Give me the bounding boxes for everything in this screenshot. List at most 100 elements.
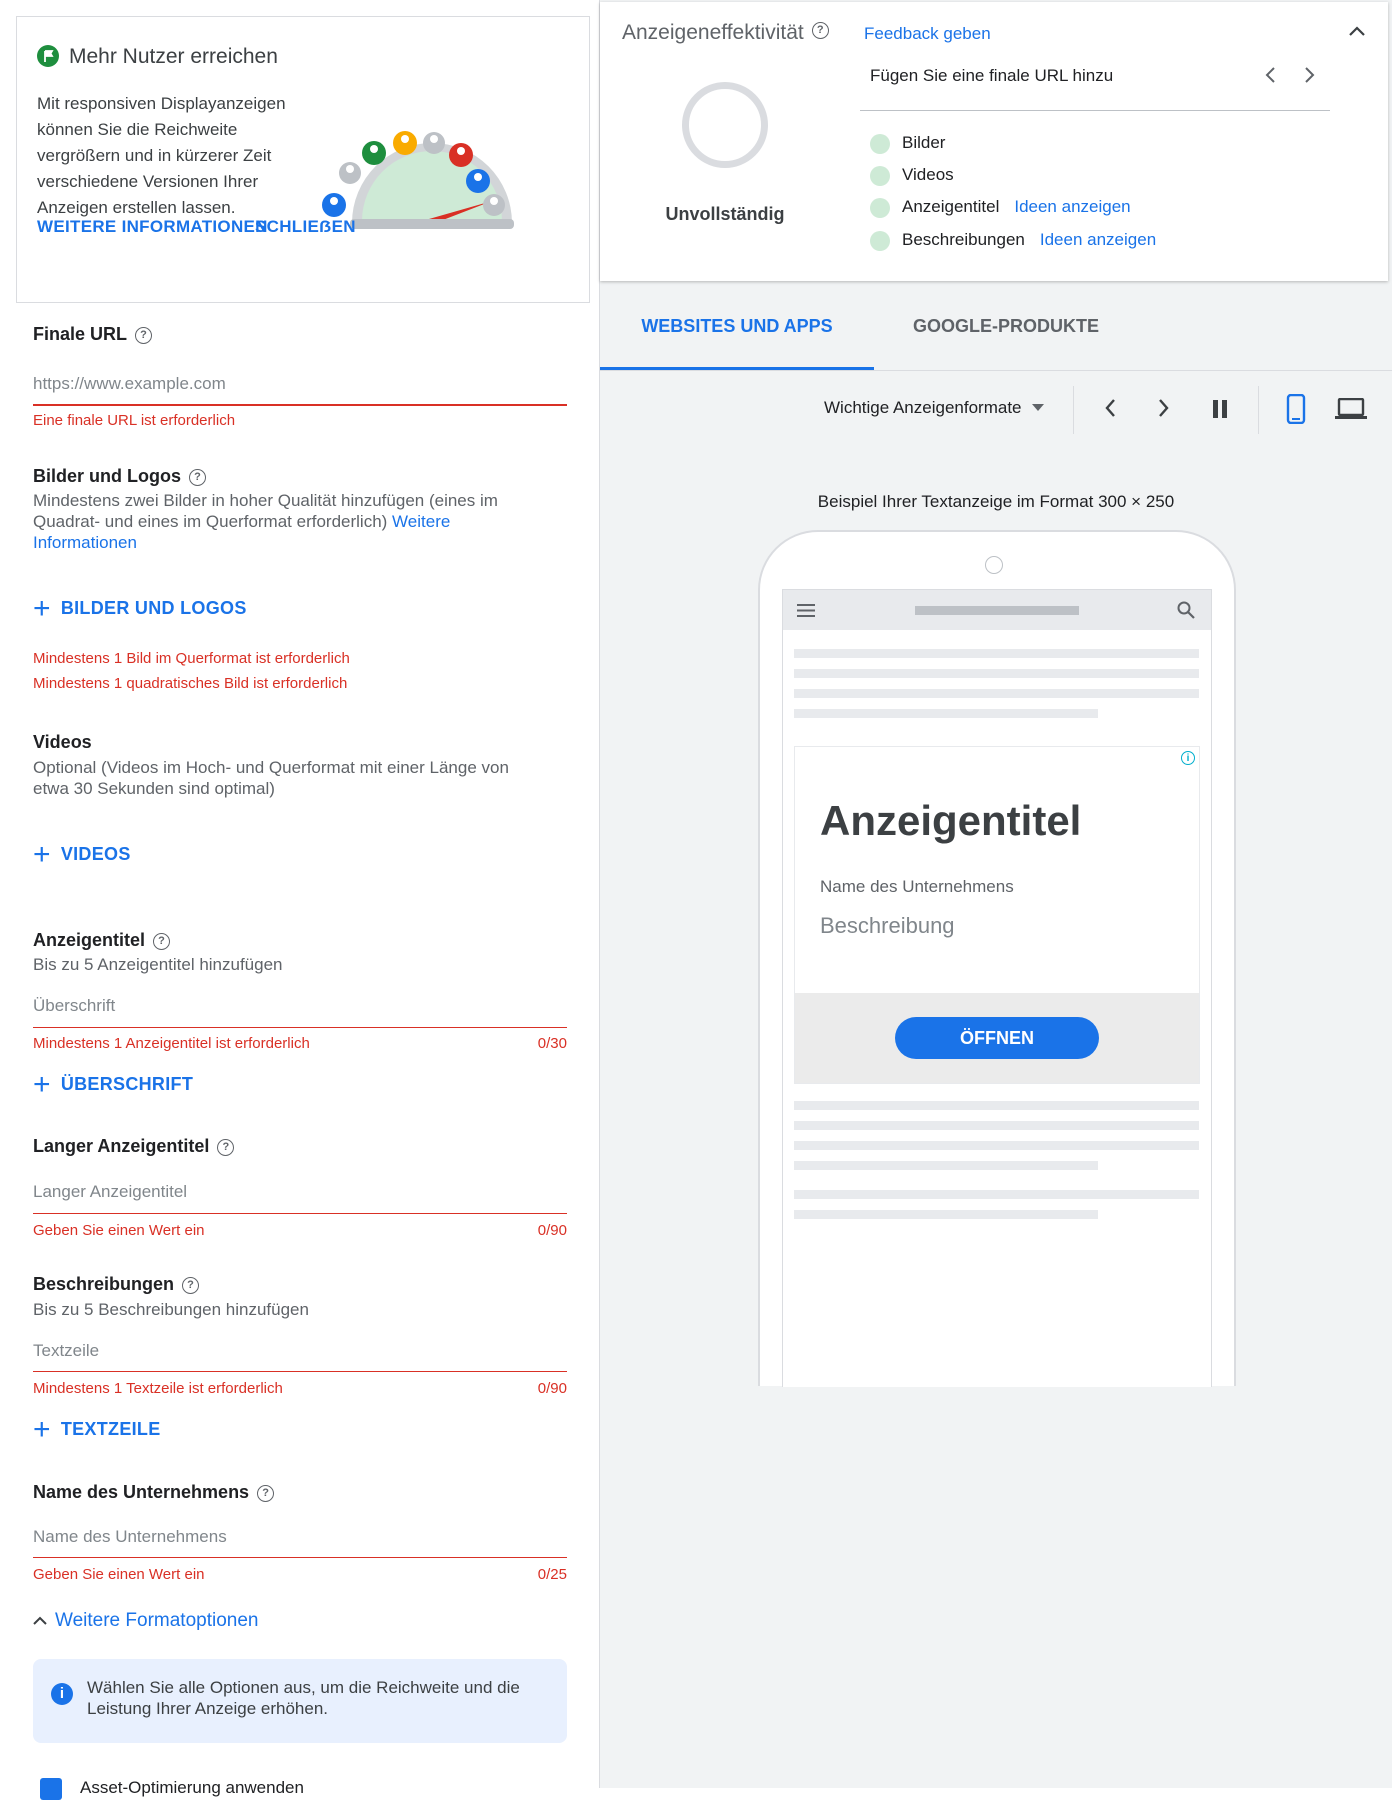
speedometer-illustration <box>322 113 542 233</box>
long-headline-error: Geben Sie einen Wert ein <box>33 1222 205 1239</box>
headline-error: Mindestens 1 Anzeigentitel ist erforderl… <box>33 1035 310 1052</box>
more-info-link[interactable]: WEITERE INFORMATIONEN <box>37 217 268 237</box>
ad-strength-card: Anzeigeneffektivität? Feedback geben Unv… <box>600 2 1388 281</box>
prev-format-icon[interactable] <box>1104 398 1116 423</box>
help-icon[interactable]: ? <box>811 21 829 39</box>
descriptions-description: Bis zu 5 Beschreibungen hinzufügen <box>33 1300 309 1319</box>
description-input[interactable]: Textzeile <box>33 1341 567 1361</box>
desktop-device-icon[interactable] <box>1335 397 1367 425</box>
ad-headline: Anzeigentitel <box>820 797 1082 844</box>
images-label: Bilder und Logos? <box>33 466 206 487</box>
checklist-item-videos: Videos <box>870 165 954 186</box>
browser-bar <box>783 590 1211 630</box>
tip-next-icon[interactable] <box>1304 66 1316 89</box>
feedback-link[interactable]: Feedback geben <box>864 24 991 44</box>
toolbar-divider <box>1258 386 1259 434</box>
ad-description: Beschreibung <box>820 913 955 938</box>
ad-business-name: Name des Unternehmens <box>820 877 1014 896</box>
chevron-up-icon <box>33 1610 47 1632</box>
pause-icon[interactable] <box>1211 400 1229 423</box>
business-name-error: Geben Sie einen Wert ein <box>33 1566 205 1583</box>
phone-screen: i Anzeigentitel Name des Unternehmens Be… <box>782 589 1212 1387</box>
long-headline-input[interactable]: Langer Anzeigentitel <box>33 1182 567 1202</box>
tab-google-products[interactable]: GOOGLE-PRODUKTE <box>874 286 1138 370</box>
help-icon[interactable]: ? <box>217 1138 235 1156</box>
ad-form-panel: Mehr Nutzer erreichen Mit responsiven Di… <box>4 0 600 1800</box>
open-cta-button[interactable]: ÖFFNEN <box>895 1017 1099 1059</box>
images-error-landscape: Mindestens 1 Bild im Querformat ist erfo… <box>33 650 350 667</box>
content-placeholder-line <box>794 669 1199 678</box>
search-icon <box>1177 601 1195 624</box>
help-icon[interactable]: ? <box>257 1484 275 1502</box>
info-banner: i Wählen Sie alle Optionen aus, um die R… <box>33 1659 567 1743</box>
headline-counter: 0/30 <box>537 1035 567 1052</box>
phone-mockup: i Anzeigentitel Name des Unternehmens Be… <box>758 530 1236 1387</box>
final-url-input[interactable]: https://www.example.com <box>33 374 567 394</box>
close-promo-button[interactable]: SCHLIEẞEN <box>255 217 356 237</box>
help-icon[interactable]: ? <box>153 932 171 950</box>
status-dot <box>870 197 890 218</box>
checklist-item-descriptions: Beschreibungen Ideen anzeigen <box>870 230 1156 251</box>
plus-icon: + <box>33 1413 51 1446</box>
ad-strength-tip: Fügen Sie eine finale URL hinzu <box>870 66 1114 85</box>
videos-description: Optional (Videos im Hoch- und Querformat… <box>33 758 509 798</box>
business-name-underline <box>33 1557 567 1558</box>
status-dot <box>870 165 890 186</box>
phone-camera <box>985 556 1003 574</box>
headline-input[interactable]: Überschrift <box>33 996 567 1016</box>
description-underline <box>33 1371 567 1372</box>
ad-preview[interactable]: i Anzeigentitel Name des Unternehmens Be… <box>794 746 1200 1084</box>
tip-prev-icon[interactable] <box>1264 66 1276 89</box>
add-videos-button[interactable]: + VIDEOS <box>33 838 131 872</box>
videos-label: Videos <box>33 732 92 752</box>
ad-strength-status: Unvollständig <box>665 204 785 224</box>
content-placeholder-line <box>794 1101 1199 1110</box>
toolbar-divider <box>1073 386 1074 434</box>
mobile-device-icon[interactable] <box>1286 393 1306 429</box>
images-description: Mindestens zwei Bilder in hoher Qualität… <box>33 491 498 552</box>
promo-title: Mehr Nutzer erreichen <box>69 45 278 68</box>
info-banner-text: Wählen Sie alle Optionen aus, um die Rei… <box>87 1678 520 1718</box>
headline-ideas-link[interactable]: Ideen anzeigen <box>1014 197 1130 216</box>
tip-divider <box>860 110 1330 111</box>
url-bar-placeholder <box>915 606 1079 615</box>
description-error: Mindestens 1 Textzeile ist erforderlich <box>33 1380 283 1397</box>
business-name-input[interactable]: Name des Unternehmens <box>33 1527 567 1547</box>
format-dropdown[interactable]: Wichtige Anzeigenformate <box>824 396 1044 418</box>
plus-icon: + <box>33 838 51 871</box>
add-headline-button[interactable]: + ÜBERSCHRIFT <box>33 1068 193 1102</box>
ad-choices-icon[interactable]: i <box>1181 751 1195 765</box>
add-description-button[interactable]: + TEXTZEILE <box>33 1413 161 1447</box>
status-dot <box>870 133 890 154</box>
collapse-chevron-icon[interactable] <box>1349 24 1365 42</box>
ad-cta-area: ÖFFNEN <box>795 993 1199 1083</box>
help-icon[interactable]: ? <box>189 468 206 486</box>
help-icon[interactable]: ? <box>135 326 153 344</box>
promo-card: Mehr Nutzer erreichen Mit responsiven Di… <box>16 16 590 303</box>
promo-text: Mit responsiven Displayanzeigen können S… <box>37 94 286 217</box>
description-ideas-link[interactable]: Ideen anzeigen <box>1040 230 1156 249</box>
asset-optimization-checkbox[interactable] <box>40 1778 62 1800</box>
tab-websites-apps[interactable]: WEBSITES UND APPS <box>600 286 874 370</box>
content-placeholder-line <box>794 1161 1098 1170</box>
info-icon: i <box>51 1683 73 1705</box>
more-format-options-toggle[interactable]: Weitere Formatoptionen <box>33 1610 258 1632</box>
next-format-icon[interactable] <box>1158 398 1170 423</box>
help-icon[interactable]: ? <box>182 1276 200 1294</box>
plus-icon: + <box>33 592 51 625</box>
add-images-button[interactable]: + BILDER UND LOGOS <box>33 592 247 626</box>
headlines-description: Bis zu 5 Anzeigentitel hinzufügen <box>33 955 283 974</box>
menu-icon <box>797 604 815 622</box>
content-placeholder-line <box>794 689 1199 698</box>
images-error-square: Mindestens 1 quadratisches Bild ist erfo… <box>33 675 348 692</box>
final-url-underline <box>33 404 567 406</box>
content-placeholder-line <box>794 1141 1199 1150</box>
business-name-counter: 0/25 <box>537 1566 567 1583</box>
checklist-item-images: Bilder <box>870 133 945 154</box>
headlines-label: Anzeigentitel? <box>33 930 171 951</box>
business-name-label: Name des Unternehmens? <box>33 1482 275 1503</box>
checklist-item-headlines: Anzeigentitel Ideen anzeigen <box>870 197 1131 218</box>
status-dot <box>870 230 890 251</box>
final-url-label: Finale URL? <box>33 324 153 345</box>
descriptions-label: Beschreibungen? <box>33 1274 200 1295</box>
